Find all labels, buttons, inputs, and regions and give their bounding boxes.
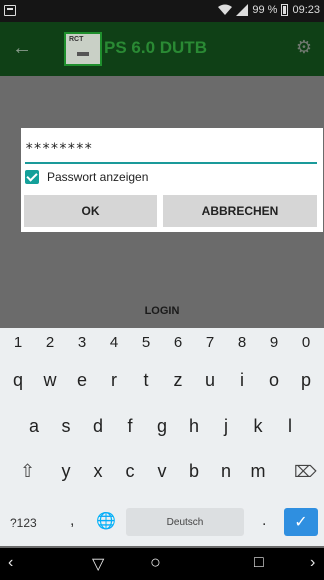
wifi-icon bbox=[218, 4, 233, 15]
signal-icon bbox=[236, 4, 249, 16]
home-circle-icon[interactable]: ○ bbox=[150, 552, 161, 573]
battery-percent: 99 % bbox=[252, 4, 278, 16]
key-p[interactable]: p bbox=[290, 370, 322, 391]
ok-button[interactable]: OK bbox=[24, 195, 157, 227]
key-i[interactable]: i bbox=[226, 370, 258, 391]
show-password-toggle[interactable]: Passwort anzeigen bbox=[25, 170, 148, 184]
key-l[interactable]: l bbox=[274, 416, 306, 437]
backspace-icon[interactable]: ⌦ bbox=[294, 462, 317, 481]
show-password-label[interactable]: Passwort anzeigen bbox=[47, 170, 148, 184]
globe-icon[interactable]: 🌐 bbox=[96, 511, 116, 530]
recents-square-icon[interactable]: □ bbox=[254, 554, 264, 572]
cancel-button[interactable]: ABBRECHEN bbox=[163, 195, 317, 227]
battery-icon bbox=[281, 4, 289, 16]
key-g[interactable]: g bbox=[146, 416, 178, 437]
key-9[interactable]: 9 bbox=[258, 334, 290, 351]
chevron-right-icon[interactable]: › bbox=[310, 554, 315, 572]
key-t[interactable]: t bbox=[130, 370, 162, 391]
key-x[interactable]: x bbox=[82, 461, 114, 482]
clock: 09:23 bbox=[292, 4, 320, 16]
key-j[interactable]: j bbox=[210, 416, 242, 437]
key-v[interactable]: v bbox=[146, 461, 178, 482]
show-password-checkbox[interactable] bbox=[25, 170, 39, 184]
key-7[interactable]: 7 bbox=[194, 334, 226, 351]
comma-key[interactable]: , bbox=[70, 512, 74, 530]
key-m[interactable]: m bbox=[242, 461, 274, 482]
key-s[interactable]: s bbox=[50, 416, 82, 437]
password-input[interactable]: ******** bbox=[25, 138, 317, 164]
period-key[interactable]: . bbox=[262, 512, 266, 530]
key-n[interactable]: n bbox=[210, 461, 242, 482]
status-bar: 99 % 09:23 bbox=[0, 0, 324, 22]
key-a[interactable]: a bbox=[18, 416, 50, 437]
soft-keyboard: 1 2 3 4 5 6 7 8 9 0 q w e r t z u i o p … bbox=[0, 328, 324, 546]
gear-icon[interactable]: ⚙ bbox=[294, 37, 314, 57]
key-0[interactable]: 0 bbox=[290, 334, 322, 351]
key-6[interactable]: 6 bbox=[162, 334, 194, 351]
password-dialog: ******** Passwort anzeigen OK ABBRECHEN bbox=[21, 128, 323, 232]
key-8[interactable]: 8 bbox=[226, 334, 258, 351]
key-d[interactable]: d bbox=[82, 416, 114, 437]
key-y[interactable]: y bbox=[50, 461, 82, 482]
login-label[interactable]: LOGIN bbox=[0, 305, 324, 317]
key-w[interactable]: w bbox=[34, 370, 66, 391]
space-key[interactable]: Deutsch bbox=[126, 508, 244, 536]
triangle-down-icon[interactable]: ▽ bbox=[92, 554, 104, 574]
key-k[interactable]: k bbox=[242, 416, 274, 437]
key-u[interactable]: u bbox=[194, 370, 226, 391]
logo-text: RCT bbox=[69, 36, 84, 43]
status-right: 99 % 09:23 bbox=[218, 4, 320, 16]
shift-icon[interactable]: ⇧ bbox=[20, 461, 40, 481]
key-e[interactable]: e bbox=[66, 370, 98, 391]
key-f[interactable]: f bbox=[114, 416, 146, 437]
notification-icon bbox=[4, 5, 16, 16]
key-3[interactable]: 3 bbox=[66, 334, 98, 351]
keyboard-number-row: 1 2 3 4 5 6 7 8 9 0 bbox=[0, 328, 324, 358]
key-1[interactable]: 1 bbox=[2, 334, 34, 351]
arrow-left-icon[interactable]: ← bbox=[12, 36, 36, 60]
back-nav-icon[interactable]: ‹ bbox=[8, 554, 13, 572]
logo-mark bbox=[77, 52, 89, 56]
key-4[interactable]: 4 bbox=[98, 334, 130, 351]
key-h[interactable]: h bbox=[178, 416, 210, 437]
app-bar: ← RCT PS 6.0 DUTB ⚙ bbox=[0, 22, 324, 76]
symbols-key[interactable]: ?123 bbox=[10, 516, 37, 530]
navigation-bar: ‹ ▽ ○ □ › bbox=[0, 548, 324, 580]
key-r[interactable]: r bbox=[98, 370, 130, 391]
key-o[interactable]: o bbox=[258, 370, 290, 391]
key-5[interactable]: 5 bbox=[130, 334, 162, 351]
key-z[interactable]: z bbox=[162, 370, 194, 391]
key-2[interactable]: 2 bbox=[34, 334, 66, 351]
key-q[interactable]: q bbox=[2, 370, 34, 391]
key-b[interactable]: b bbox=[178, 461, 210, 482]
check-icon[interactable]: ✓ bbox=[284, 508, 318, 536]
key-c[interactable]: c bbox=[114, 461, 146, 482]
page-title: PS 6.0 DUTB bbox=[104, 38, 207, 57]
app-logo: RCT bbox=[64, 32, 102, 66]
